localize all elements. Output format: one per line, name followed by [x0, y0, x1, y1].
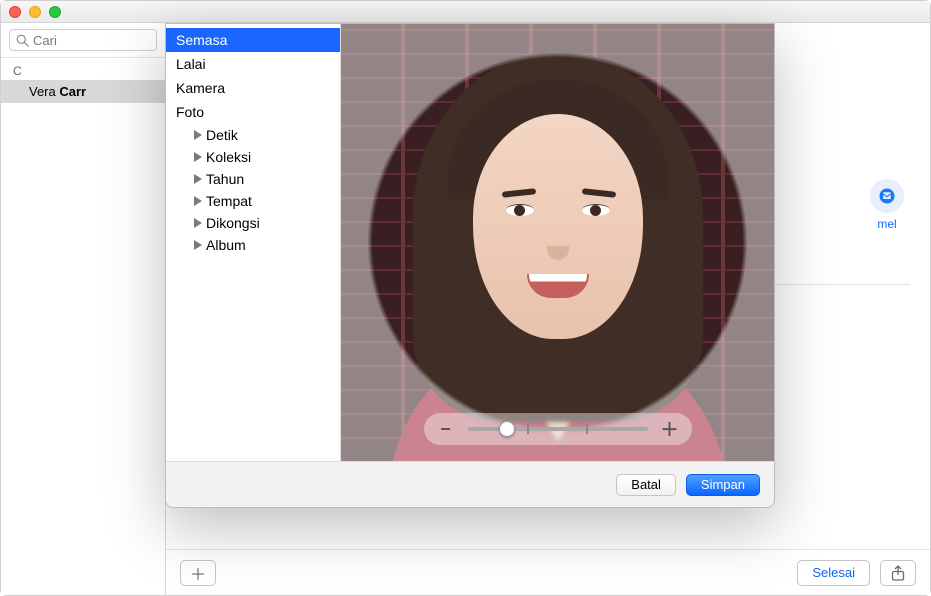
contacts-sidebar: C Vera Carr [1, 23, 166, 595]
search-icon [16, 34, 29, 47]
source-foto-tempat[interactable]: Tempat [166, 190, 340, 212]
photo-source-sidebar: Semasa Lalai Kamera Foto Detik Koleksi T… [166, 24, 341, 461]
zoom-thumb[interactable] [499, 421, 515, 437]
sidebar-item-label: Koleksi [206, 149, 251, 165]
contact-row[interactable]: Vera Carr [1, 80, 165, 103]
disclosure-right-icon [194, 196, 202, 206]
zoom-window-button[interactable] [49, 6, 61, 18]
source-lalai[interactable]: Lalai [166, 52, 340, 76]
mail-action[interactable]: mel [870, 179, 904, 231]
source-foto-koleksi[interactable]: Koleksi [166, 146, 340, 168]
source-foto-dikongsi[interactable]: Dikongsi [166, 212, 340, 234]
disclosure-right-icon [194, 130, 202, 140]
plus-icon: ＋ [190, 561, 206, 585]
sidebar-item-label: Tempat [206, 193, 252, 209]
sidebar-item-label: Tahun [206, 171, 244, 187]
popover-footer: Batal Simpan [166, 461, 774, 507]
sidebar-item-label: Dikongsi [206, 215, 260, 231]
zoom-track[interactable] [468, 422, 648, 436]
sidebar-item-label: Detik [206, 127, 238, 143]
bottom-toolbar: ＋ Selesai [166, 549, 930, 595]
section-header: C [1, 58, 165, 80]
done-button[interactable]: Selesai [797, 560, 870, 586]
disclosure-right-icon [194, 240, 202, 250]
source-kamera[interactable]: Kamera [166, 76, 340, 100]
circular-crop-mask [341, 24, 774, 461]
contact-first-name: Vera [29, 84, 56, 99]
close-window-button[interactable] [9, 6, 21, 18]
source-foto-detik[interactable]: Detik [166, 124, 340, 146]
source-foto-album[interactable]: Album [166, 234, 340, 256]
disclosure-right-icon [194, 152, 202, 162]
search-field[interactable] [9, 29, 157, 51]
save-button[interactable]: Simpan [686, 474, 760, 496]
source-semasa[interactable]: Semasa [166, 28, 340, 52]
photo-preview[interactable]: − ＋ [341, 24, 774, 461]
search-input[interactable] [33, 33, 150, 48]
mail-icon [870, 179, 904, 213]
share-button[interactable] [880, 560, 916, 586]
zoom-slider[interactable]: − ＋ [424, 413, 692, 445]
share-icon [891, 565, 905, 581]
cancel-button[interactable]: Batal [616, 474, 676, 496]
minimize-window-button[interactable] [29, 6, 41, 18]
source-foto-tahun[interactable]: Tahun [166, 168, 340, 190]
disclosure-right-icon [194, 218, 202, 228]
window-titlebar [1, 1, 930, 23]
plus-icon: ＋ [661, 416, 679, 442]
photo-picker-popover: Semasa Lalai Kamera Foto Detik Koleksi T… [165, 23, 775, 508]
disclosure-right-icon [194, 174, 202, 184]
zoom-out-button[interactable]: − [434, 417, 458, 441]
contact-last-name: Carr [59, 84, 86, 99]
minus-icon: − [440, 419, 451, 440]
zoom-in-button[interactable]: ＋ [658, 417, 682, 441]
add-field-button[interactable]: ＋ [180, 560, 216, 586]
mail-label: mel [877, 217, 896, 231]
source-foto[interactable]: Foto [166, 100, 340, 124]
sidebar-item-label: Album [206, 237, 246, 253]
